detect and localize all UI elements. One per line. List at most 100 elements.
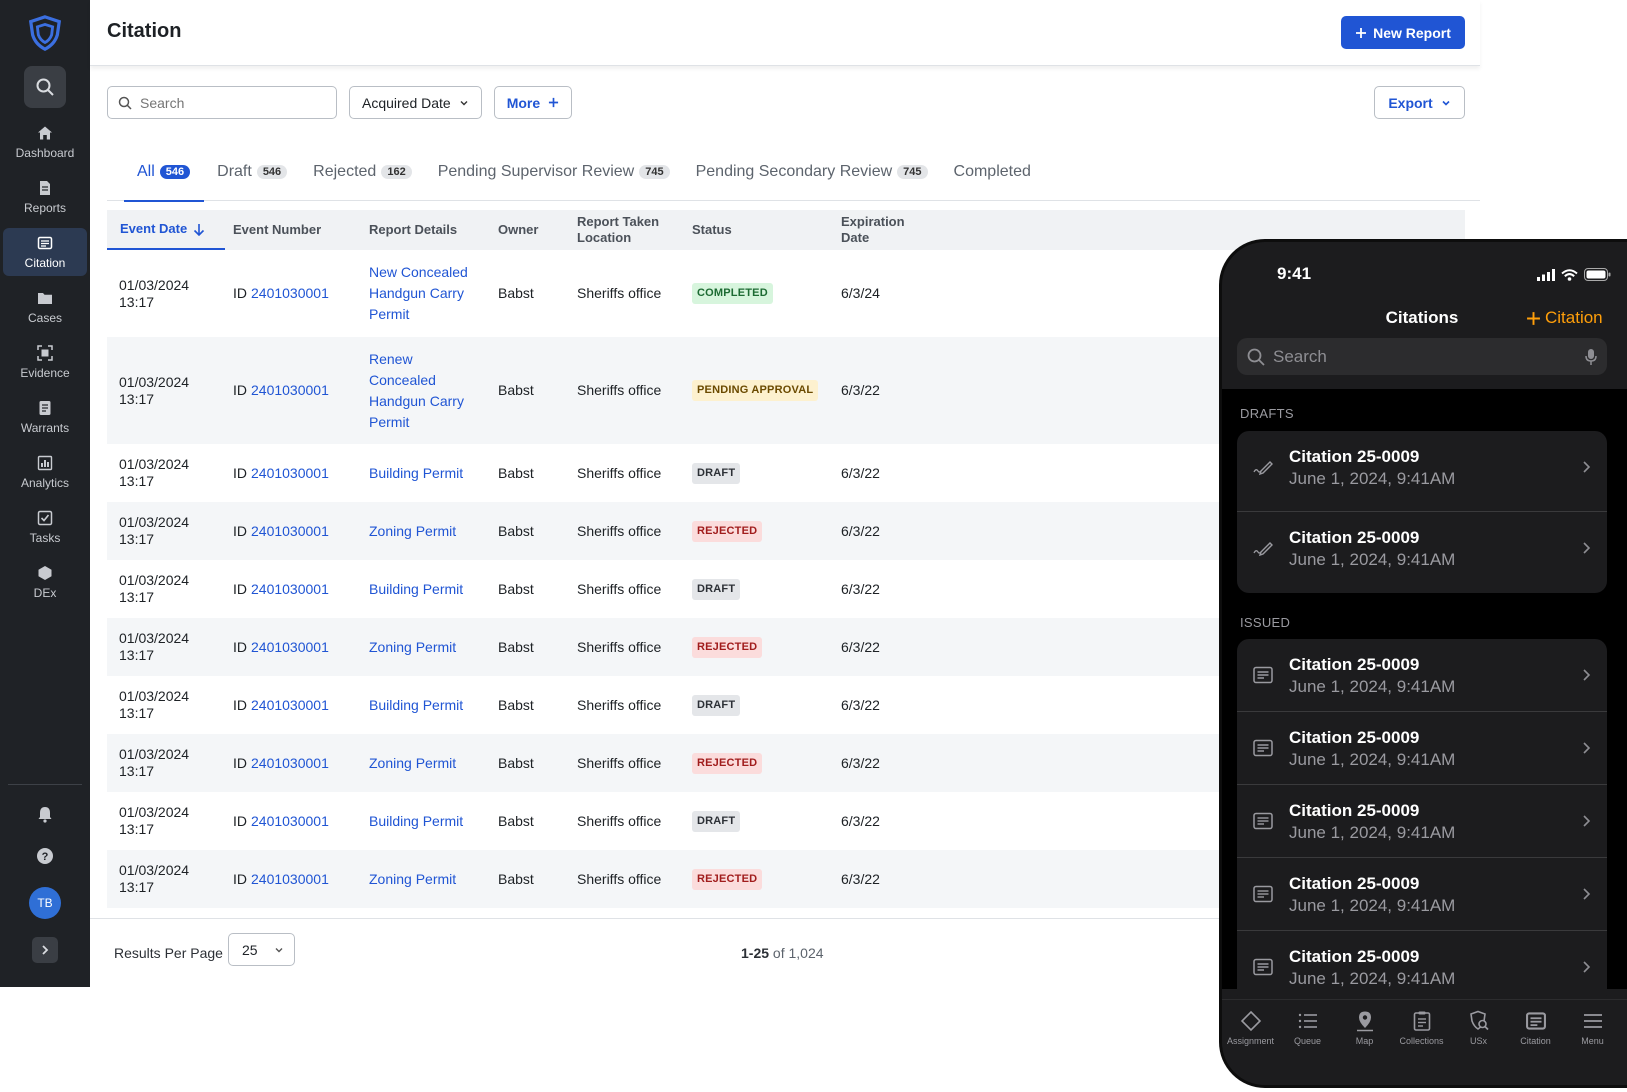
report-details-link[interactable]: Building Permit xyxy=(369,463,463,484)
column-header-status[interactable]: Status xyxy=(692,210,832,250)
microphone-icon[interactable] xyxy=(1585,348,1597,366)
phone-search-field[interactable]: Search xyxy=(1237,338,1607,375)
event-number-link[interactable]: 2401030001 xyxy=(251,285,329,302)
phone-tab-label: Menu xyxy=(1581,1036,1604,1046)
report-details-link[interactable]: Zoning Permit xyxy=(369,637,456,658)
location-cell: Sheriffs office xyxy=(577,464,662,481)
phone-tab-menu[interactable]: Menu xyxy=(1564,1000,1621,1085)
sidebar-item-analytics[interactable]: Analytics xyxy=(3,448,87,496)
report-details-link[interactable]: Zoning Permit xyxy=(369,753,456,774)
report-details-link[interactable]: Building Permit xyxy=(369,695,463,716)
more-filters-button[interactable]: More xyxy=(493,86,573,119)
report-details-link[interactable]: New Concealed Handgun Carry Permit xyxy=(369,262,477,325)
citation-list-item[interactable]: Citation 25-0009 June 1, 2024, 9:41AM xyxy=(1237,931,1607,1004)
citation-list-item[interactable]: Citation 25-0009 June 1, 2024, 9:41AM xyxy=(1237,712,1607,785)
owner-cell: Babst xyxy=(498,285,534,301)
event-number-link[interactable]: 2401030001 xyxy=(251,581,329,598)
report-details-link[interactable]: Building Permit xyxy=(369,579,463,600)
phone-tab-queue[interactable]: Queue xyxy=(1279,1000,1336,1085)
acquired-date-filter[interactable]: Acquired Date xyxy=(349,86,482,119)
chevron-down-icon xyxy=(460,100,468,105)
sidebar-item-tasks[interactable]: Tasks xyxy=(3,503,87,551)
new-report-button[interactable]: New Report xyxy=(1341,16,1465,49)
column-header-event-number[interactable]: Event Number xyxy=(233,210,353,250)
tab-completed[interactable]: Completed xyxy=(941,142,1044,201)
event-date: 01/03/2024 xyxy=(119,688,190,704)
search-field[interactable] xyxy=(107,86,337,119)
add-citation-button[interactable]: Citation xyxy=(1526,308,1603,328)
event-number-link[interactable]: 2401030001 xyxy=(251,755,329,772)
help-icon: ? xyxy=(37,848,53,864)
tab-label: Pending Secondary Review xyxy=(695,162,893,180)
sidebar-item-cases[interactable]: Cases xyxy=(3,283,87,331)
citation-timestamp: June 1, 2024, 9:41AM xyxy=(1289,823,1456,842)
search-input[interactable] xyxy=(140,94,320,111)
location-cell: Sheriffs office xyxy=(577,522,662,539)
plus-icon xyxy=(1356,27,1367,38)
sidebar-item-dashboard[interactable]: Dashboard xyxy=(3,118,87,166)
phone-tab-citation[interactable]: Citation xyxy=(1507,1000,1564,1085)
sidebar-item-reports[interactable]: Reports xyxy=(3,173,87,221)
user-avatar[interactable]: TB xyxy=(29,887,61,919)
citation-list-item[interactable]: Citation 25-0009 June 1, 2024, 9:41AM xyxy=(1237,431,1607,512)
tab-draft[interactable]: Draft 546 xyxy=(204,142,300,201)
notifications-button[interactable] xyxy=(34,803,56,825)
citation-list-item[interactable]: Citation 25-0009 June 1, 2024, 9:41AM xyxy=(1237,785,1607,858)
sidebar-item-evidence[interactable]: Evidence xyxy=(3,338,87,386)
status-badge: REJECTED xyxy=(692,868,763,890)
report-details-link[interactable]: Zoning Permit xyxy=(369,521,456,542)
report-details-link[interactable]: Renew Concealed Handgun Carry Permit xyxy=(369,349,477,433)
column-header-report-details[interactable]: Report Details xyxy=(369,210,494,250)
column-header-event-date[interactable]: Event Date xyxy=(107,210,225,250)
citation-list-item[interactable]: Citation 25-0009 June 1, 2024, 9:41AM xyxy=(1237,858,1607,931)
event-number-link[interactable]: 2401030001 xyxy=(251,382,329,399)
event-number-link[interactable]: 2401030001 xyxy=(251,465,329,482)
citation-timestamp: June 1, 2024, 9:41AM xyxy=(1289,469,1456,488)
sidebar-item-citation[interactable]: Citation xyxy=(3,228,87,276)
event-date-cell: 01/03/2024 13:17 xyxy=(119,792,219,850)
column-header-label: Expiration Date xyxy=(841,214,905,245)
id-prefix: ID xyxy=(233,285,247,301)
list-icon xyxy=(1297,1010,1319,1032)
phone-tab-map[interactable]: Map xyxy=(1336,1000,1393,1085)
warrant-icon xyxy=(37,400,53,416)
citation-icon xyxy=(1525,1010,1547,1032)
sidebar-item-warrants[interactable]: Warrants xyxy=(3,393,87,441)
results-per-page-select[interactable]: 25 xyxy=(228,933,295,966)
event-number-link[interactable]: 2401030001 xyxy=(251,523,329,540)
status-badge: PENDING APPROVAL xyxy=(692,380,819,401)
status-cell: COMPLETED xyxy=(692,250,773,337)
event-number-link[interactable]: 2401030001 xyxy=(251,813,329,830)
tab-rejected[interactable]: Rejected 162 xyxy=(300,142,425,201)
map-pin-icon xyxy=(1354,1010,1376,1032)
tab-label: Completed xyxy=(953,162,1031,180)
home-icon xyxy=(37,125,53,141)
sidebar-item-label: Reports xyxy=(23,200,67,215)
report-details-link[interactable]: Building Permit xyxy=(369,811,463,832)
phone-tab-assignment[interactable]: Assignment xyxy=(1222,1000,1279,1085)
citation-title: Citation 25-0009 xyxy=(1289,874,1420,893)
phone-tab-usx[interactable]: USx xyxy=(1450,1000,1507,1085)
expand-sidebar-button[interactable] xyxy=(32,937,58,963)
tab-pending-supervisor-review[interactable]: Pending Supervisor Review 745 xyxy=(425,142,683,201)
event-number-link[interactable]: 2401030001 xyxy=(251,697,329,714)
event-number-link[interactable]: 2401030001 xyxy=(251,639,329,656)
phone-clock: 9:41 xyxy=(1277,264,1312,283)
column-header-owner[interactable]: Owner xyxy=(498,210,573,250)
citation-list-item[interactable]: Citation 25-0009 June 1, 2024, 9:41AM xyxy=(1237,512,1607,593)
event-number-link[interactable]: 2401030001 xyxy=(251,871,329,888)
event-time: 13:17 xyxy=(119,473,155,489)
sidebar-item-dex[interactable]: DEx xyxy=(3,558,87,606)
status-badge: REJECTED xyxy=(692,636,763,658)
tab-count-badge: 745 xyxy=(897,164,928,179)
report-details-link[interactable]: Zoning Permit xyxy=(369,869,456,890)
tab-pending-secondary-review[interactable]: Pending Secondary Review 745 xyxy=(683,142,941,201)
column-header-expiration-date[interactable]: Expiration Date xyxy=(841,210,931,250)
phone-tab-collections[interactable]: Collections xyxy=(1393,1000,1450,1085)
tab-all[interactable]: All 546 xyxy=(107,142,205,202)
column-header-report-taken-location[interactable]: Report Taken Location xyxy=(577,210,687,250)
export-button[interactable]: Export xyxy=(1374,86,1465,119)
global-search-button[interactable] xyxy=(24,66,66,108)
citation-list-item[interactable]: Citation 25-0009 June 1, 2024, 9:41AM xyxy=(1237,639,1607,712)
help-button[interactable]: ? xyxy=(34,845,56,867)
